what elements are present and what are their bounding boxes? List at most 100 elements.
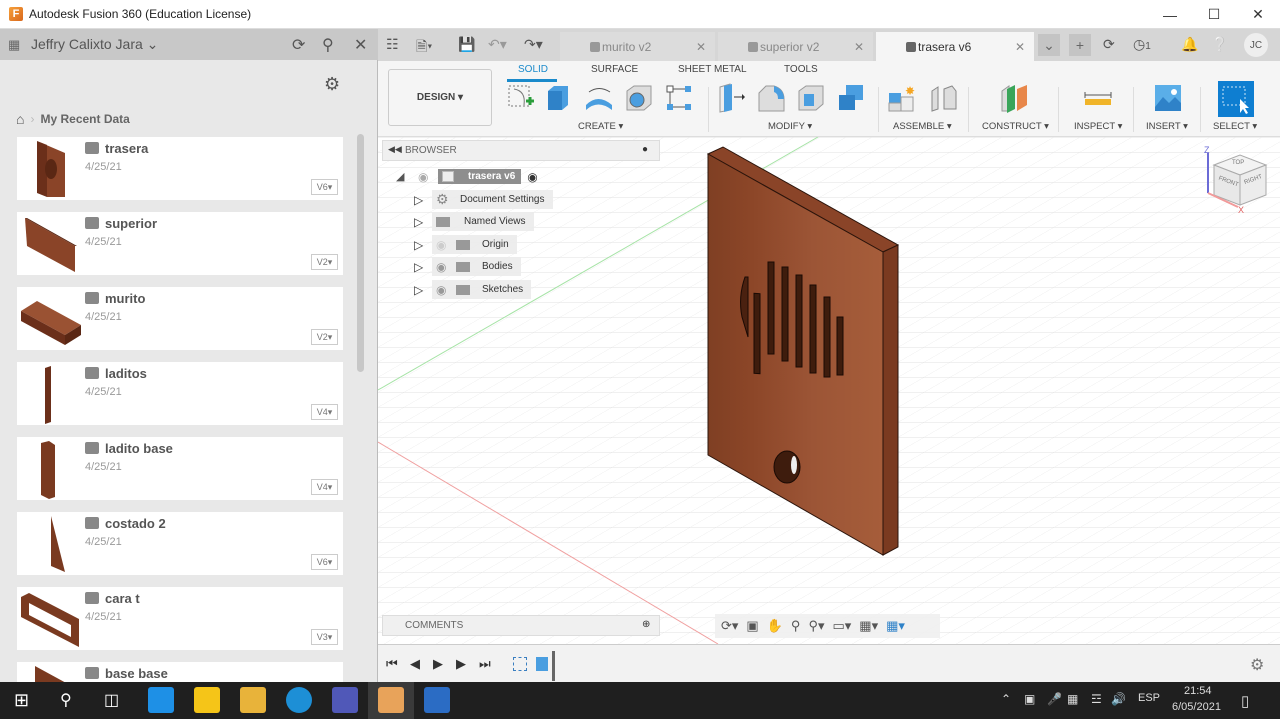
input-language[interactable]: ESP — [1138, 692, 1160, 704]
select-icon[interactable] — [1218, 81, 1254, 117]
show-hidden-icons-chevron[interactable]: ⌃ — [1001, 692, 1011, 706]
battery-charging-icon[interactable]: ▦ — [1067, 692, 1078, 706]
data-panel-grid-icon[interactable]: ☷ — [386, 36, 399, 53]
orbit-icon[interactable]: ⟳▾ — [721, 618, 738, 634]
save-icon[interactable]: 💾 — [458, 36, 475, 53]
version-dropdown[interactable]: V6▾ — [311, 554, 338, 570]
tab-solid[interactable]: SOLID — [518, 64, 548, 75]
timeline-extrude-feature-icon[interactable] — [536, 657, 548, 671]
close-panel-icon[interactable]: ✕ — [354, 35, 367, 55]
insert-image-icon[interactable] — [1153, 83, 1183, 113]
look-at-icon[interactable]: ▣ — [746, 618, 758, 634]
insert-menu[interactable]: INSERT ▾ — [1146, 121, 1188, 132]
browser-panel-header[interactable]: ◀◀ BROWSER ● — [382, 140, 660, 161]
volume-icon[interactable]: 🔊 — [1111, 692, 1126, 706]
tree-node-document-settings[interactable]: ▷ ⚙ Document Settings — [414, 190, 553, 209]
tab-list-chevron-icon[interactable]: ⌄ — [1038, 34, 1060, 56]
version-dropdown[interactable]: V3▾ — [311, 629, 338, 645]
visibility-eye-icon[interactable]: ◉ — [432, 260, 456, 274]
redo-icon[interactable]: ↷▾ — [524, 36, 543, 53]
version-dropdown[interactable]: V6▾ — [311, 179, 338, 195]
measure-icon[interactable] — [1083, 83, 1113, 113]
collapse-triangle-icon[interactable]: ◢ — [396, 170, 414, 183]
list-item[interactable]: cara t 4/25/21 V3▾ — [17, 587, 343, 650]
version-dropdown[interactable]: V4▾ — [311, 479, 338, 495]
breadcrumb-current[interactable]: My Recent Data — [40, 112, 129, 126]
visibility-eye-icon[interactable]: ◉ — [432, 283, 456, 297]
hidden-eye-icon[interactable]: ◉ — [432, 238, 456, 252]
tab-superior[interactable]: superior v2 ✕ — [718, 32, 873, 61]
refresh-icon[interactable]: ⟳ — [292, 35, 305, 55]
comments-panel-header[interactable]: COMMENTS ⊕ — [382, 615, 660, 636]
construct-menu[interactable]: CONSTRUCT ▾ — [982, 121, 1049, 132]
tab-surface[interactable]: SURFACE — [591, 64, 638, 75]
list-item[interactable]: superior 4/25/21 V2▾ — [17, 212, 343, 275]
workspace-switcher[interactable]: DESIGN ▾ — [388, 69, 492, 126]
view-cube[interactable]: Z X FRONT RIGHT TOP — [1200, 145, 1276, 225]
help-icon[interactable]: ❔ — [1211, 36, 1228, 53]
press-pull-icon[interactable] — [716, 83, 746, 113]
gear-icon[interactable]: ⚙ — [324, 74, 340, 95]
tree-node-named-views[interactable]: ▷ Named Views — [414, 212, 534, 231]
pattern-icon[interactable] — [664, 83, 694, 113]
collapse-browser-icon[interactable]: ◀◀ — [388, 144, 402, 155]
task-view-icon[interactable]: ◫ — [104, 690, 119, 710]
list-item[interactable]: ladito base 4/25/21 V4▾ — [17, 437, 343, 500]
play-icon[interactable]: ▶ — [433, 656, 443, 672]
close-tab-icon[interactable]: ✕ — [854, 40, 864, 54]
root-label-box[interactable]: trasera v6 — [438, 169, 522, 184]
maximize-button[interactable]: ☐ — [1192, 0, 1236, 29]
hole-icon[interactable] — [624, 83, 654, 113]
timeline-sketch-feature-icon[interactable] — [513, 657, 527, 671]
scrollbar[interactable] — [357, 134, 364, 372]
grid-settings-icon[interactable]: ▦▾ — [859, 618, 878, 634]
expand-triangle-icon[interactable]: ▷ — [414, 260, 432, 274]
add-comment-icon[interactable]: ⊕ — [642, 619, 650, 630]
home-icon[interactable]: ⌂ — [16, 111, 24, 127]
file-explorer-icon[interactable] — [240, 687, 266, 713]
close-tab-icon[interactable]: ✕ — [1015, 40, 1025, 54]
fit-icon[interactable]: ⚲▾ — [808, 618, 824, 634]
new-tab-plus-icon[interactable]: + — [1069, 34, 1091, 56]
mail-app-icon[interactable] — [148, 687, 174, 713]
go-to-end-icon[interactable]: ⏭ — [479, 656, 491, 672]
visibility-eye-icon[interactable]: ◉ — [418, 170, 438, 184]
tab-tools[interactable]: TOOLS — [784, 64, 818, 75]
notification-center-icon[interactable]: ▯ — [1241, 692, 1249, 710]
microphone-icon[interactable]: 🎤 — [1047, 692, 1062, 706]
tab-murito[interactable]: murito v2 ✕ — [560, 32, 715, 61]
list-item[interactable]: murito 4/25/21 V2▾ — [17, 287, 343, 350]
user-avatar[interactable]: JC — [1244, 33, 1268, 57]
meet-now-icon[interactable]: ▣ — [1024, 692, 1035, 706]
tab-trasera[interactable]: trasera v6 ✕ — [876, 32, 1034, 61]
windows-start-icon[interactable]: ⊞ — [14, 690, 29, 711]
list-item[interactable]: base base — [17, 662, 343, 682]
expand-triangle-icon[interactable]: ▷ — [414, 238, 432, 252]
minimize-button[interactable]: — — [1148, 0, 1192, 29]
offset-plane-icon[interactable] — [999, 83, 1029, 113]
wifi-icon[interactable]: ☲ — [1091, 692, 1102, 706]
notifications-bell-icon[interactable]: 🔔 — [1181, 36, 1198, 53]
expand-triangle-icon[interactable]: ▷ — [414, 283, 432, 297]
zoom-icon[interactable]: ⚲ — [791, 618, 801, 634]
undo-icon[interactable]: ↶▾ — [488, 36, 507, 53]
fusion-360-app-icon[interactable] — [378, 687, 404, 713]
search-icon[interactable]: ⚲ — [322, 35, 334, 55]
create-sketch-icon[interactable] — [506, 83, 536, 113]
joint-icon[interactable] — [928, 83, 958, 113]
new-component-icon[interactable]: ✸ — [887, 83, 917, 113]
modify-menu[interactable]: MODIFY ▾ — [768, 121, 812, 132]
timeline-settings-gear-icon[interactable]: ⚙ — [1250, 655, 1264, 675]
file-menu-icon[interactable]: 🗎▾ — [416, 36, 432, 60]
inspect-menu[interactable]: INSPECT ▾ — [1074, 121, 1122, 132]
viewports-icon[interactable]: ▦▾ — [886, 618, 905, 634]
fillet-icon[interactable] — [756, 83, 786, 113]
tree-node-bodies[interactable]: ▷ ◉ Bodies — [414, 257, 521, 276]
extensions-icon[interactable]: ⟳ — [1103, 36, 1115, 53]
go-to-start-icon[interactable]: ⏮ — [386, 656, 398, 672]
tree-node-sketches[interactable]: ▷ ◉ Sketches — [414, 280, 532, 299]
user-hub-dropdown[interactable]: Jeffry Calixto Jara ⌄ — [31, 36, 158, 53]
pan-hand-icon[interactable]: ✋ — [767, 618, 783, 634]
step-forward-icon[interactable]: ▶ — [456, 656, 466, 672]
list-item[interactable]: laditos 4/25/21 V4▾ — [17, 362, 343, 425]
